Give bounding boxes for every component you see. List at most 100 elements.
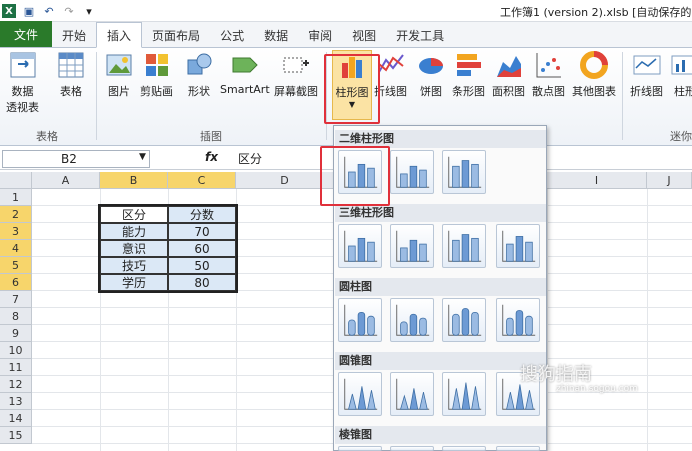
row-header[interactable]: 3 bbox=[0, 223, 32, 240]
row-header[interactable]: 5 bbox=[0, 257, 32, 274]
table-cell[interactable]: 50 bbox=[168, 257, 236, 274]
table-icon bbox=[58, 52, 84, 78]
chart-type-thumbnail[interactable] bbox=[390, 372, 434, 416]
chart-type-thumbnail[interactable] bbox=[442, 224, 486, 268]
table-header-cell[interactable]: 区分 bbox=[100, 206, 168, 223]
tab-data[interactable]: 数据 bbox=[254, 23, 298, 47]
tab-formulas[interactable]: 公式 bbox=[210, 23, 254, 47]
col-header-j[interactable]: J bbox=[647, 172, 692, 189]
row-header[interactable]: 4 bbox=[0, 240, 32, 257]
tab-review[interactable]: 审阅 bbox=[298, 23, 342, 47]
section-cone: 圆锥图 bbox=[335, 352, 546, 370]
chart-type-thumbnail[interactable] bbox=[390, 446, 434, 451]
chart-thumbnail-icon bbox=[344, 230, 378, 262]
picture-icon bbox=[106, 54, 132, 76]
thumbnail-bar bbox=[452, 165, 460, 188]
table-cell[interactable]: 70 bbox=[168, 223, 236, 240]
sparkline-column-button[interactable]: 柱形 bbox=[670, 50, 692, 99]
chart-type-thumbnail[interactable] bbox=[390, 298, 434, 342]
clipart-button[interactable]: 剪贴画 bbox=[140, 50, 173, 99]
row-header[interactable]: 6 bbox=[0, 274, 32, 291]
undo-icon[interactable]: ↶ bbox=[42, 4, 56, 18]
row-header[interactable]: 10 bbox=[0, 342, 32, 359]
col-header-i[interactable]: I bbox=[547, 172, 647, 189]
row-header[interactable]: 14 bbox=[0, 410, 32, 427]
thumbnail-bar bbox=[409, 239, 418, 262]
chart-type-thumbnail[interactable] bbox=[338, 224, 382, 268]
scatter-chart-button[interactable]: 散点图 bbox=[532, 50, 565, 99]
table-cell[interactable]: 80 bbox=[168, 274, 236, 291]
shapes-button[interactable]: 形状 bbox=[184, 50, 214, 99]
thumbnail-bar bbox=[461, 160, 470, 188]
chart-type-thumbnail[interactable] bbox=[496, 224, 540, 268]
picture-button[interactable]: 图片 bbox=[104, 50, 134, 99]
table-cell[interactable]: 60 bbox=[168, 240, 236, 257]
table-cell[interactable]: 意识 bbox=[100, 240, 168, 257]
customize-qat-icon[interactable]: ▾ bbox=[82, 4, 96, 18]
area-chart-button[interactable]: 面积图 bbox=[492, 50, 525, 99]
row-header[interactable]: 9 bbox=[0, 325, 32, 342]
chart-type-thumbnail[interactable] bbox=[390, 150, 434, 194]
select-all-corner[interactable] bbox=[0, 172, 32, 189]
col-header-c[interactable]: C bbox=[168, 172, 236, 189]
thumbnail-bar bbox=[471, 163, 479, 188]
row-header[interactable]: 7 bbox=[0, 291, 32, 308]
chart-thumbnail-icon bbox=[448, 230, 482, 262]
tab-view[interactable]: 视图 bbox=[342, 23, 386, 47]
clipart-label: 剪贴画 bbox=[140, 85, 173, 98]
chart-type-thumbnail[interactable] bbox=[338, 446, 382, 451]
chart-type-thumbnail[interactable] bbox=[496, 446, 540, 451]
sparkline-line-button[interactable]: 折线图 bbox=[630, 50, 663, 99]
thumbnail-bar bbox=[367, 241, 375, 262]
smartart-button[interactable]: SmartArt bbox=[220, 50, 270, 96]
table-cell[interactable]: 技巧 bbox=[100, 257, 168, 274]
name-box-value: B2 bbox=[61, 152, 77, 166]
row-header[interactable]: 15 bbox=[0, 427, 32, 444]
table-header-cell[interactable]: 分数 bbox=[168, 206, 236, 223]
insert-function-icon[interactable]: fx bbox=[205, 150, 218, 164]
chart-type-thumbnail[interactable] bbox=[442, 298, 486, 342]
gridline bbox=[236, 189, 237, 451]
row-header[interactable]: 8 bbox=[0, 308, 32, 325]
thumbnail-bar bbox=[452, 313, 460, 336]
chart-type-thumbnail[interactable] bbox=[338, 298, 382, 342]
row-header[interactable]: 13 bbox=[0, 393, 32, 410]
table-cell[interactable]: 学历 bbox=[100, 274, 168, 291]
chart-type-thumbnail[interactable] bbox=[442, 446, 486, 451]
row-header[interactable]: 12 bbox=[0, 376, 32, 393]
tab-home[interactable]: 开始 bbox=[52, 23, 96, 47]
thumbnail-bar bbox=[419, 243, 427, 262]
row-header[interactable]: 2 bbox=[0, 206, 32, 223]
table-button[interactable]: 表格 bbox=[56, 50, 86, 99]
chart-type-thumbnail[interactable] bbox=[442, 150, 486, 194]
row-header[interactable]: 1 bbox=[0, 189, 32, 206]
col-header-b[interactable]: B bbox=[100, 172, 168, 189]
name-box[interactable]: B2 ▼ bbox=[2, 150, 150, 168]
other-charts-button[interactable]: 其他图表 bbox=[572, 50, 616, 99]
chart-type-thumbnail[interactable] bbox=[338, 372, 382, 416]
pivot-table-button[interactable]: 数据 透视表 bbox=[6, 50, 39, 115]
redo-icon[interactable]: ↷ bbox=[62, 4, 76, 18]
thumbnail-bar bbox=[515, 384, 525, 410]
table-cell[interactable]: 能力 bbox=[100, 223, 168, 240]
row-header[interactable]: 11 bbox=[0, 359, 32, 376]
tab-insert[interactable]: 插入 bbox=[96, 22, 143, 48]
pie-chart-button[interactable]: 饼图 bbox=[416, 50, 446, 99]
name-box-dropdown-icon[interactable]: ▼ bbox=[139, 152, 146, 162]
tab-page-layout[interactable]: 页面布局 bbox=[142, 23, 210, 47]
chart-thumbnail-icon bbox=[344, 304, 378, 336]
chart-type-thumbnail[interactable] bbox=[442, 372, 486, 416]
chart-thumbnail-icon bbox=[502, 230, 536, 262]
chart-type-thumbnail[interactable] bbox=[390, 224, 434, 268]
thumbnail-bar bbox=[367, 390, 376, 410]
formula-value[interactable]: 区分 bbox=[238, 150, 262, 167]
thumbnail-bar bbox=[348, 319, 356, 336]
screenshot-button[interactable]: 屏幕截图 bbox=[274, 50, 318, 99]
tab-file[interactable]: 文件 bbox=[0, 21, 53, 47]
bar-chart-button[interactable]: 条形图 bbox=[452, 50, 485, 99]
save-icon[interactable]: ▣ bbox=[22, 4, 36, 18]
tab-developer[interactable]: 开发工具 bbox=[386, 23, 454, 47]
chart-type-thumbnail[interactable] bbox=[496, 298, 540, 342]
sparkline-line-label: 折线图 bbox=[630, 85, 663, 98]
col-header-a[interactable]: A bbox=[32, 172, 100, 189]
